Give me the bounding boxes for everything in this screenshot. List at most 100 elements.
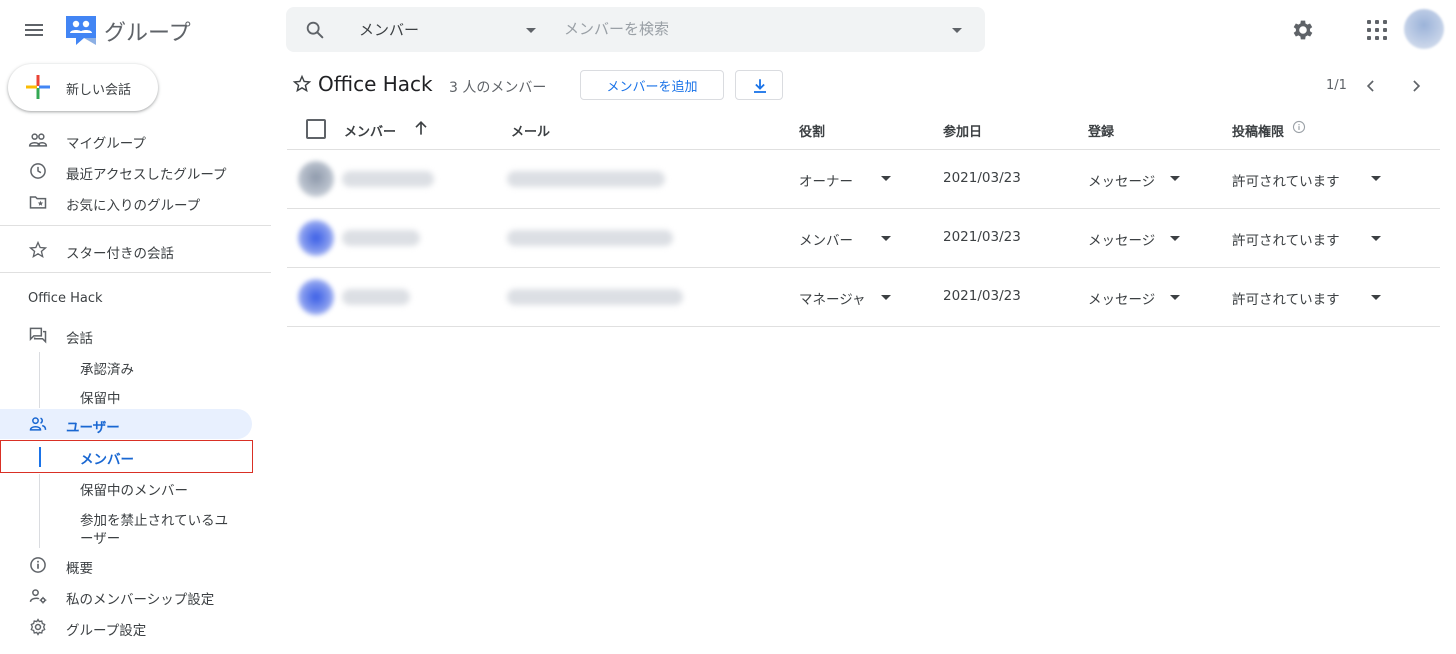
sidebar-item-users[interactable]: ユーザー xyxy=(0,409,252,439)
member-name-redacted xyxy=(342,289,410,305)
search-input[interactable] xyxy=(564,16,934,42)
posting-permission-dropdown[interactable]: 許可されています xyxy=(1232,288,1340,308)
groups-app: グループ メンバー 新しい会話 マ xyxy=(0,0,1456,654)
sidebar-item-favorite-groups[interactable]: お気に入りのグループ xyxy=(0,187,271,217)
table-divider xyxy=(287,267,1440,268)
member-avatar xyxy=(298,279,334,315)
new-conversation-button[interactable]: 新しい会話 xyxy=(8,64,158,111)
sidebar-item-label: 概要 xyxy=(66,561,93,577)
group-name-heading: Office Hack xyxy=(28,291,103,306)
folder-star-icon xyxy=(29,196,47,209)
role-dropdown[interactable]: マネージャ xyxy=(799,288,866,308)
column-header-subscription: 登録 xyxy=(1088,125,1115,140)
clock-icon xyxy=(30,163,46,179)
column-header-email: メール xyxy=(511,125,551,140)
caret-down-icon[interactable] xyxy=(881,176,891,181)
sidebar-subitem-pending[interactable]: 保留中 xyxy=(80,387,121,407)
apps-grid-icon[interactable] xyxy=(1366,19,1388,41)
favorite-star-icon[interactable] xyxy=(292,74,312,94)
caret-down-icon[interactable] xyxy=(1170,176,1180,181)
sidebar-item-label: グループ設定 xyxy=(66,623,147,639)
group-title: Office Hack xyxy=(318,72,433,96)
subscription-dropdown[interactable]: メッセージ xyxy=(1088,170,1155,190)
sidebar-item-starred[interactable]: スター付きの会話 xyxy=(0,235,271,265)
role-dropdown[interactable]: メンバー xyxy=(799,229,853,249)
caret-down-icon[interactable] xyxy=(1170,295,1180,300)
member-name-redacted xyxy=(342,230,420,246)
sidebar-item-group-settings[interactable]: グループ設定 xyxy=(0,612,271,642)
caret-down-icon[interactable] xyxy=(1371,295,1381,300)
search-options-caret-icon[interactable] xyxy=(952,28,962,33)
search-bar: メンバー xyxy=(286,7,985,52)
scope-caret-icon[interactable] xyxy=(526,28,536,33)
sidebar-item-about[interactable]: 概要 xyxy=(0,550,271,580)
posting-permission-dropdown[interactable]: 許可されています xyxy=(1232,229,1340,249)
download-icon xyxy=(754,79,766,93)
sidebar-subitem-members[interactable]: メンバー xyxy=(0,440,253,473)
member-avatar xyxy=(298,220,334,256)
table-divider xyxy=(287,149,1440,150)
sidebar-item-my-groups[interactable]: マイグループ xyxy=(0,125,271,155)
star-icon xyxy=(28,240,48,259)
select-all-checkbox[interactable] xyxy=(306,119,326,139)
app-title: グループ xyxy=(104,21,191,46)
column-header-member[interactable]: メンバー xyxy=(344,121,396,140)
plus-icon xyxy=(26,75,50,99)
gear-icon xyxy=(30,618,46,636)
arrow-up-icon[interactable] xyxy=(411,118,431,138)
caret-down-icon[interactable] xyxy=(1371,236,1381,241)
sidebar-subitem-banned-users[interactable]: 参加を禁止されているユ ーザー xyxy=(80,509,228,550)
chevron-right-icon[interactable] xyxy=(1406,76,1426,96)
pagination-info: 1/1 xyxy=(1326,78,1347,93)
sidebar-subitem-approved[interactable]: 承認済み xyxy=(80,358,134,378)
people-icon xyxy=(28,133,48,147)
active-indicator xyxy=(39,447,41,467)
sidebar-item-label: 私のメンバーシップ設定 xyxy=(66,592,215,608)
sidebar-item-label: 会話 xyxy=(66,331,93,347)
sidebar-item-my-membership[interactable]: 私のメンバーシップ設定 xyxy=(0,581,271,611)
caret-down-icon[interactable] xyxy=(1170,236,1180,241)
chevron-left-icon[interactable] xyxy=(1361,76,1381,96)
sidebar-item-recent-groups[interactable]: 最近アクセスしたグループ xyxy=(0,156,271,186)
export-members-button[interactable] xyxy=(735,70,783,100)
role-dropdown[interactable]: オーナー xyxy=(799,170,853,190)
column-header-posting: 投稿権限 xyxy=(1232,125,1285,140)
member-avatar xyxy=(298,161,334,197)
banned-users-line1: 参加を禁止されているユ xyxy=(80,513,229,529)
sidebar-item-label: スター付きの会話 xyxy=(66,246,174,262)
subnav-line xyxy=(39,474,40,548)
sidebar-item-label: お気に入りのグループ xyxy=(66,198,201,214)
sidebar-item-label: ユーザー xyxy=(66,420,120,436)
info-outline-icon[interactable] xyxy=(1292,120,1306,134)
sidebar-divider xyxy=(0,272,271,273)
sidebar-item-label: 最近アクセスしたグループ xyxy=(66,167,227,183)
caret-down-icon[interactable] xyxy=(881,236,891,241)
sidebar-item-conversations[interactable]: 会話 xyxy=(0,320,271,350)
search-icon[interactable] xyxy=(304,19,326,41)
sidebar-divider xyxy=(0,225,271,226)
add-member-button[interactable]: メンバーを追加 xyxy=(580,70,724,100)
search-scope-dropdown[interactable]: メンバー xyxy=(359,19,419,40)
caret-down-icon[interactable] xyxy=(881,295,891,300)
subscription-dropdown[interactable]: メッセージ xyxy=(1088,288,1155,308)
subnav-line xyxy=(39,352,40,408)
main-menu-icon[interactable] xyxy=(22,18,46,42)
table-divider xyxy=(287,208,1440,209)
sidebar-subitem-pending-members[interactable]: 保留中のメンバー xyxy=(80,479,188,499)
column-header-role: 役割 xyxy=(799,125,826,140)
users-icon xyxy=(29,417,47,431)
subscription-dropdown[interactable]: メッセージ xyxy=(1088,229,1155,249)
account-avatar[interactable] xyxy=(1404,9,1444,49)
forum-icon xyxy=(29,327,47,344)
joined-date: 2021/03/23 xyxy=(943,229,1021,245)
posting-permission-dropdown[interactable]: 許可されています xyxy=(1232,170,1340,190)
joined-date: 2021/03/23 xyxy=(943,288,1021,304)
column-header-joined: 参加日 xyxy=(943,125,983,140)
joined-date: 2021/03/23 xyxy=(943,170,1021,186)
caret-down-icon[interactable] xyxy=(1371,176,1381,181)
member-name-redacted xyxy=(342,171,434,187)
new-conversation-label: 新しい会話 xyxy=(66,83,132,98)
settings-gear-icon[interactable] xyxy=(1290,17,1316,43)
person-settings-icon xyxy=(29,589,47,604)
info-icon xyxy=(30,557,46,573)
